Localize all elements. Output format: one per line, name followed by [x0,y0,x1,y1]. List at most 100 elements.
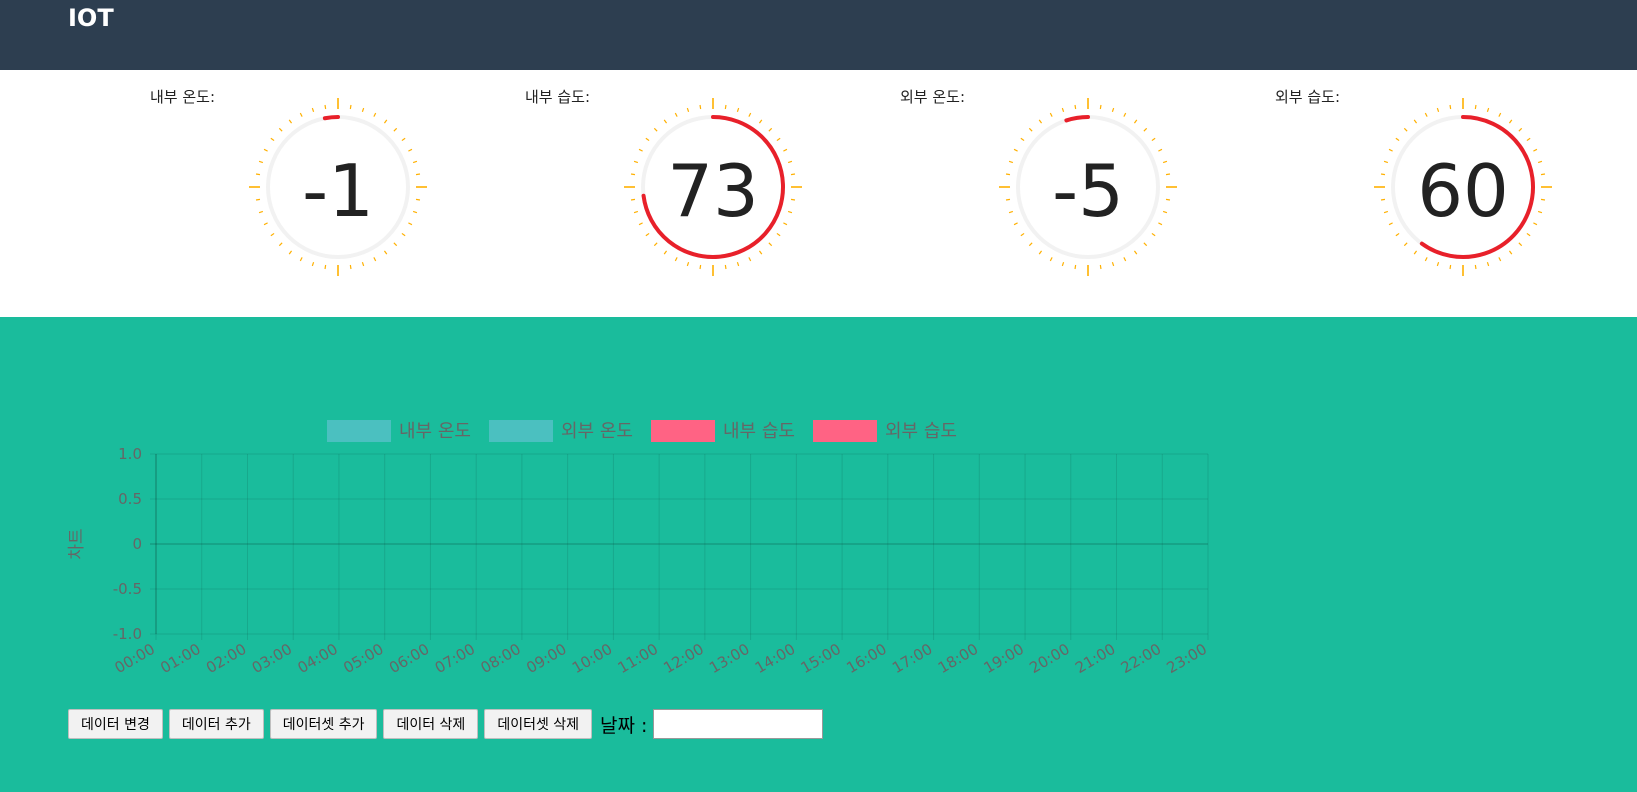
remove-data-button[interactable]: 데이터 삭제 [383,709,479,739]
gauge-tick [1537,160,1543,164]
gauge-tick [790,173,796,176]
y-axis: 1.0 0.5 0 -0.5 -1.0 [113,445,142,643]
gauge-tick [1158,148,1163,152]
gauge-tick [1005,173,1011,176]
brand-title[interactable]: IOT [68,4,114,32]
gauge-tick [1008,210,1014,214]
x-tick-label: 18:00 [935,640,981,677]
remove-dataset-button[interactable]: 데이터셋 삭제 [484,709,593,739]
gauge-tick [674,257,678,262]
gauge-tick [270,137,275,142]
gauge-tick [736,261,740,267]
gauge-tick [1028,127,1033,132]
gauge-tick [1424,257,1428,262]
gauge-tick [1380,198,1386,201]
gauge-tick [412,160,418,164]
gauge-tick [1074,264,1077,270]
gauge-tick [1038,250,1043,255]
gauge-tick [1518,127,1523,132]
gauge-tick [663,250,668,255]
gauge-tick [258,160,264,164]
gauge-tick [1449,264,1452,270]
change-data-button[interactable]: 데이터 변경 [68,709,163,739]
gauge-tick [1540,198,1546,201]
x-tick-label: 03:00 [249,640,295,677]
gauge-value-inner-temp: -1 [302,149,374,233]
gauge-tick [415,198,421,201]
gauge-tick [768,127,773,132]
gauge-tick [1403,242,1408,247]
x-tick-label: 15:00 [798,640,844,677]
legend-label[interactable]: 외부 온도 [561,421,633,442]
gauge-tick [383,119,388,124]
gauge-tick [686,261,690,267]
gauge-tick [349,264,352,270]
legend-label[interactable]: 외부 습도 [885,421,957,442]
gauge-tick [1388,148,1393,152]
gauge-tick [1061,107,1065,113]
gauge-tick [270,232,275,237]
legend-label[interactable]: 내부 습도 [723,421,795,442]
legend-label[interactable]: 내부 온도 [399,421,471,442]
y-tick-label: -0.5 [113,580,142,598]
gauge-tick [1049,112,1053,117]
y-tick-label: 1.0 [118,445,142,463]
gauge-tick [324,264,327,270]
x-tick-label: 10:00 [569,640,615,677]
x-tick-label: 04:00 [295,640,341,677]
gauge-tick [1403,127,1408,132]
gauge-tick [1474,264,1477,270]
gauge-tick [748,112,752,117]
date-input[interactable] [653,709,824,739]
x-tick-label: 20:00 [1026,640,1072,677]
gauge-tick [787,210,793,214]
gauge-tick [1540,173,1546,176]
gauge-tick [653,127,658,132]
gauge-tick [783,222,788,226]
x-tick-label: 22:00 [1118,640,1164,677]
x-tick-label: 05:00 [340,640,386,677]
gauge-tick [1424,112,1428,117]
x-tick-label: 19:00 [981,640,1027,677]
gauge-tick [1111,107,1115,113]
x-tick-label: 17:00 [889,640,935,677]
legend-swatch[interactable] [813,420,877,442]
gauge-arc [322,115,340,121]
x-tick-label: 02:00 [203,640,249,677]
legend-swatch[interactable] [651,420,715,442]
gauge-tick [1111,261,1115,267]
gauge-tick [1395,232,1400,237]
gauge-tick [1061,261,1065,267]
legend-swatch[interactable] [327,420,391,442]
add-data-button[interactable]: 데이터 추가 [168,709,264,739]
gauge-tick [1028,242,1033,247]
gauge-tick [1537,210,1543,214]
x-tick-label: 16:00 [843,640,889,677]
gauge-panel: 내부 온도: -1 내부 습도: 73 외부 온도: -5 외부 습도: 60 [0,70,1637,317]
gauge-tick [1158,222,1163,226]
gauge-tick [630,198,636,201]
gauge-tick [633,160,639,164]
gauge-tick [299,257,303,262]
gauge-tick [1436,107,1440,113]
gauge-tick [412,210,418,214]
gauge-label-inner-humidity: 내부 습도: [525,88,591,106]
gauge-tick [263,148,268,152]
gauge-tick [1383,210,1389,214]
gauge-tick [1020,232,1025,237]
x-tick-label: 00:00 [112,640,158,677]
sensor-chart: 내부 온도 외부 온도 내부 습도 외부 습도 1.0 0.5 0 -0.5 -1.0 00:… [67,420,1210,677]
gauge-tick [633,210,639,214]
add-dataset-button[interactable]: 데이터셋 추가 [269,709,378,739]
legend-swatch[interactable] [489,420,553,442]
gauge-tick [1380,173,1386,176]
gauge-tick [724,104,727,110]
chart-grid [150,453,1209,640]
gauge-tick [1151,232,1156,237]
gauge-tick [1020,137,1025,142]
gauge-tick [768,242,773,247]
gauge-tick [748,257,752,262]
gauge-tick [311,261,315,267]
gauge-tick [1013,148,1018,152]
top-navbar: IOT [0,0,1637,70]
